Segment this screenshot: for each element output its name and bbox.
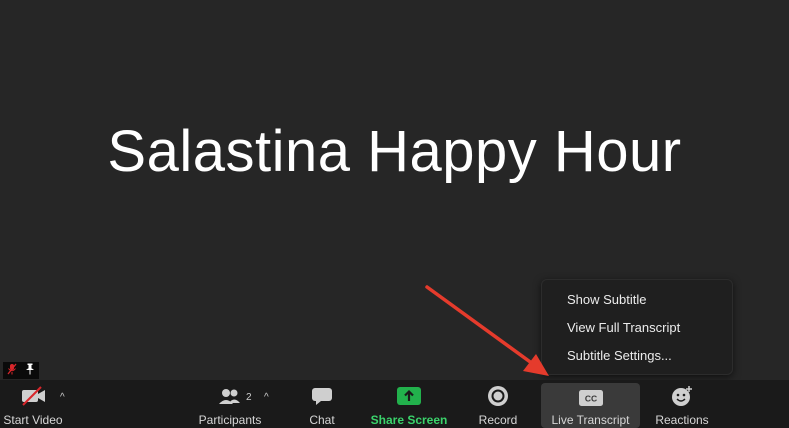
cc-icon: CC bbox=[578, 383, 604, 412]
reactions-label: Reactions bbox=[655, 413, 709, 427]
live-transcript-label: Live Transcript bbox=[551, 413, 630, 427]
start-video-button[interactable]: Start Video bbox=[0, 380, 66, 428]
participants-options-caret-icon[interactable]: ^ bbox=[264, 392, 269, 403]
pin-icon bbox=[25, 362, 35, 380]
participants-icon bbox=[217, 380, 243, 412]
meeting-title: Salastina Happy Hour bbox=[107, 119, 682, 184]
menu-item-show-subtitle[interactable]: Show Subtitle bbox=[542, 288, 732, 316]
live-transcript-button[interactable]: CC Live Transcript bbox=[541, 383, 640, 428]
participant-status-chip bbox=[3, 362, 39, 379]
share-screen-label: Share Screen bbox=[370, 413, 448, 427]
reactions-icon bbox=[669, 380, 695, 412]
participants-button[interactable]: Participants bbox=[194, 380, 266, 428]
video-stage: Salastina Happy Hour Show Subtitle View … bbox=[0, 0, 789, 380]
record-label: Record bbox=[478, 413, 518, 427]
record-icon bbox=[486, 380, 510, 412]
chat-button[interactable]: Chat bbox=[300, 380, 344, 428]
share-screen-icon bbox=[396, 380, 422, 412]
participant-count: 2 bbox=[246, 392, 252, 403]
record-button[interactable]: Record bbox=[474, 380, 522, 428]
chat-label: Chat bbox=[309, 413, 335, 427]
svg-text:CC: CC bbox=[584, 393, 596, 403]
reactions-button[interactable]: Reactions bbox=[650, 380, 714, 428]
muted-mic-icon bbox=[7, 362, 17, 380]
share-screen-button[interactable]: Share Screen bbox=[366, 380, 452, 428]
menu-item-view-full-transcript[interactable]: View Full Transcript bbox=[542, 316, 732, 344]
video-off-icon bbox=[19, 380, 47, 412]
chat-icon bbox=[310, 380, 334, 412]
meeting-toolbar: Start Video ^ Participants 2 ^ Chat Shar… bbox=[0, 380, 789, 428]
video-options-caret-icon[interactable]: ^ bbox=[60, 392, 65, 403]
menu-item-subtitle-settings[interactable]: Subtitle Settings... bbox=[542, 344, 732, 372]
start-video-label: Start Video bbox=[3, 413, 63, 427]
participants-label: Participants bbox=[198, 413, 262, 427]
subtitle-menu: Show Subtitle View Full Transcript Subti… bbox=[541, 279, 733, 375]
